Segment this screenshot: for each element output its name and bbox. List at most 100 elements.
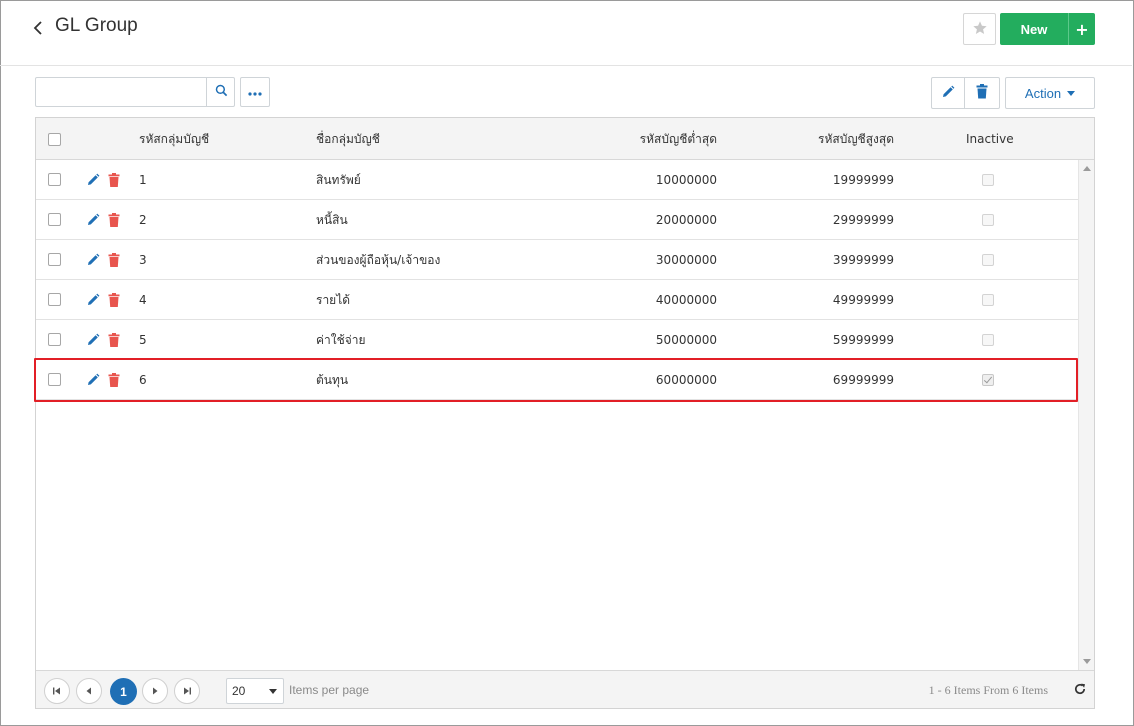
trash-icon[interactable] <box>108 173 120 187</box>
row-select-checkbox[interactable] <box>48 293 61 306</box>
row-select-checkbox[interactable] <box>48 333 61 346</box>
previous-page-button[interactable] <box>76 678 102 704</box>
new-button-group: New + <box>1000 13 1095 45</box>
edit-selected-button[interactable] <box>931 77 965 109</box>
cell-code: 3 <box>139 253 147 267</box>
cell-max: 29999999 <box>832 213 894 227</box>
trash-icon[interactable] <box>108 253 120 267</box>
trash-icon[interactable] <box>108 333 120 347</box>
first-page-button[interactable] <box>44 678 70 704</box>
table-row[interactable]: 1 สินทรัพย์ 10000000 19999999 <box>36 160 1078 200</box>
table-row[interactable]: 5 ค่าใช้จ่าย 50000000 59999999 <box>36 320 1078 360</box>
more-options-button[interactable] <box>240 77 270 107</box>
pencil-icon[interactable] <box>86 373 100 387</box>
table-row[interactable]: 4 รายได้ 40000000 49999999 <box>36 280 1078 320</box>
cell-name: สินทรัพย์ <box>316 173 361 187</box>
checkmark-icon <box>983 374 993 384</box>
cell-max: 39999999 <box>832 253 894 267</box>
search-input[interactable] <box>36 78 206 106</box>
cell-name: หนี้สิน <box>316 213 348 227</box>
table-row[interactable]: 6 ต้นทุน 60000000 69999999 <box>36 360 1078 400</box>
inactive-checkbox <box>982 374 994 386</box>
cell-min: 20000000 <box>655 213 717 227</box>
search-box <box>35 77 235 107</box>
inactive-checkbox <box>982 214 994 226</box>
column-header-code[interactable]: รหัสกลุ่มบัญชี <box>139 118 209 160</box>
table-row[interactable]: 3 ส่วนของผู้ถือหุ้น/เจ้าของ 30000000 399999… <box>36 240 1078 280</box>
cell-min: 60000000 <box>655 373 717 387</box>
last-page-button[interactable] <box>174 678 200 704</box>
favorite-button[interactable] <box>963 13 996 45</box>
search-button[interactable] <box>206 78 235 106</box>
page-size-value: 20 <box>232 684 246 698</box>
row-select-checkbox[interactable] <box>48 173 61 186</box>
delete-selected-button[interactable] <box>965 77 1000 109</box>
trash-icon <box>976 84 988 102</box>
vertical-scrollbar[interactable] <box>1078 160 1094 670</box>
scroll-up-arrow-icon[interactable] <box>1083 166 1091 171</box>
pager-info: 1 - 6 Items From 6 Items <box>928 683 1048 697</box>
refresh-icon[interactable] <box>1073 682 1089 698</box>
cell-name: ค่าใช้จ่าย <box>316 333 366 347</box>
cell-max: 69999999 <box>832 373 894 387</box>
table-row[interactable]: 2 หนี้สิน 20000000 29999999 <box>36 200 1078 240</box>
cell-max: 19999999 <box>832 173 894 187</box>
pencil-icon[interactable] <box>86 293 100 307</box>
star-icon <box>972 20 988 39</box>
inactive-checkbox <box>982 174 994 186</box>
trash-icon[interactable] <box>108 213 120 227</box>
select-all-checkbox[interactable] <box>48 133 61 146</box>
cell-code: 4 <box>139 293 147 307</box>
new-dropdown-plus-button[interactable]: + <box>1069 13 1095 45</box>
back-chevron-icon[interactable] <box>31 19 47 37</box>
pencil-icon[interactable] <box>86 333 100 347</box>
cell-code: 1 <box>139 173 147 187</box>
next-page-button[interactable] <box>142 678 168 704</box>
grid-header: รหัสกลุ่มบัญชี ชื่อกลุ่มบัญชี รหัสบัญชีต… <box>36 118 1094 160</box>
last-page-icon <box>182 684 192 698</box>
cell-code: 5 <box>139 333 147 347</box>
more-dots-icon <box>248 85 262 99</box>
page-title: GL Group <box>55 15 138 36</box>
cell-min: 40000000 <box>655 293 717 307</box>
cell-code: 6 <box>139 373 147 387</box>
trash-icon[interactable] <box>108 293 120 307</box>
items-per-page-label: Items per page <box>289 683 370 697</box>
first-page-icon <box>52 684 62 698</box>
cell-min: 50000000 <box>655 333 717 347</box>
column-header-max[interactable]: รหัสบัญชีสูงสุด <box>752 118 894 160</box>
trash-icon[interactable] <box>108 373 120 387</box>
cell-min: 10000000 <box>655 173 717 187</box>
row-select-checkbox[interactable] <box>48 213 61 226</box>
page-number-button[interactable]: 1 <box>110 678 137 705</box>
column-header-min[interactable]: รหัสบัญชีต่ำสุด <box>576 118 717 160</box>
page-size-select[interactable]: 20 <box>226 678 284 704</box>
pencil-icon[interactable] <box>86 173 100 187</box>
scroll-down-arrow-icon[interactable] <box>1083 659 1091 664</box>
cell-min: 30000000 <box>655 253 717 267</box>
caret-down-icon <box>1067 90 1076 96</box>
row-select-checkbox[interactable] <box>48 373 61 386</box>
cell-max: 59999999 <box>832 333 894 347</box>
column-header-name[interactable]: ชื่อกลุ่มบัญชี <box>316 118 380 160</box>
row-select-checkbox[interactable] <box>48 253 61 266</box>
action-label: Action <box>1024 85 1062 101</box>
caret-down-icon <box>269 689 277 694</box>
grid-pager: 1 20 Items per page 1 - 6 Items From 6 I… <box>36 670 1094 708</box>
cell-name: ต้นทุน <box>316 373 349 387</box>
column-header-inactive[interactable]: Inactive <box>966 118 1014 160</box>
search-icon <box>215 84 228 100</box>
inactive-checkbox <box>982 294 994 306</box>
cell-code: 2 <box>139 213 147 227</box>
new-button[interactable]: New <box>1000 13 1069 45</box>
page-header: GL Group New + <box>0 0 1132 66</box>
cell-name: ส่วนของผู้ถือหุ้น/เจ้าของ <box>316 253 441 267</box>
previous-page-icon <box>85 684 93 698</box>
pencil-icon[interactable] <box>86 253 100 267</box>
next-page-icon <box>151 684 159 698</box>
action-dropdown-button[interactable]: Action <box>1005 77 1095 109</box>
cell-name: รายได้ <box>316 293 351 307</box>
inactive-checkbox <box>982 254 994 266</box>
gl-group-grid: รหัสกลุ่มบัญชี ชื่อกลุ่มบัญชี รหัสบัญชีต… <box>35 117 1095 709</box>
pencil-icon[interactable] <box>86 213 100 227</box>
